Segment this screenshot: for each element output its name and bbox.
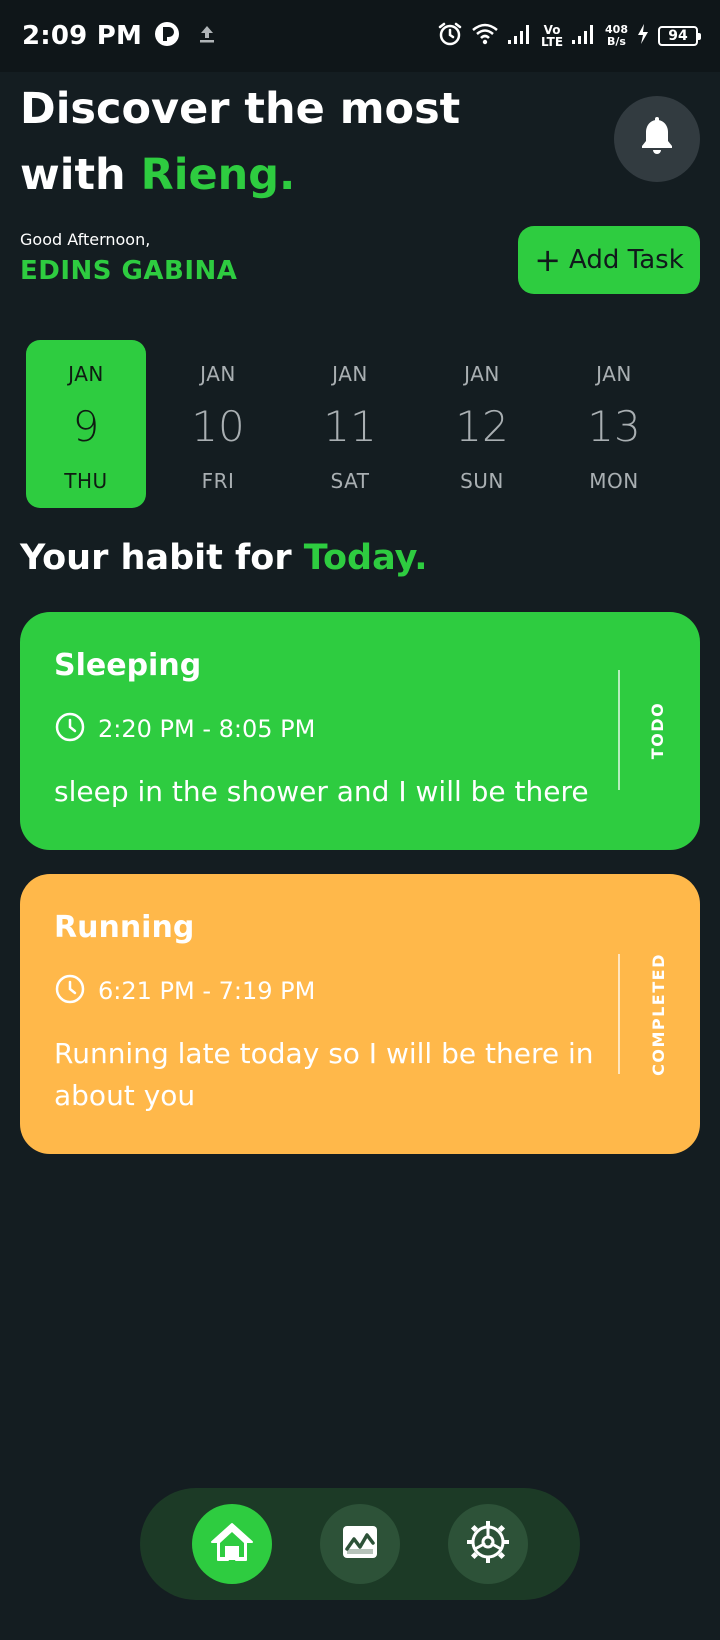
clock-icon (54, 973, 86, 1009)
headline-line-1: Discover the most (20, 84, 461, 134)
bell-icon (639, 117, 675, 161)
charging-icon (636, 23, 650, 49)
section-title: Your habit for Today. (20, 538, 428, 578)
signal-icon (507, 22, 533, 50)
date-item-11[interactable]: JAN 11 SAT (290, 340, 410, 508)
habit-status: COMPLETED (648, 952, 668, 1076)
date-item-13[interactable]: JAN 13 MON (554, 340, 674, 508)
app-screen: 2:09 PM Vo LTE 408 B/s 94 Discover the m… (0, 0, 720, 1640)
status-time: 2:09 PM (22, 21, 143, 51)
add-task-button[interactable]: + Add Task (518, 226, 700, 294)
add-task-label: Add Task (569, 245, 684, 275)
habit-time-row: 2:20 PM - 8:05 PM (54, 711, 666, 747)
status-right-icons: Vo LTE 408 B/s 94 (437, 21, 701, 51)
greeting-text: Good Afternoon, (20, 230, 151, 249)
nav-home-button[interactable] (192, 1504, 272, 1584)
habit-card-running[interactable]: Running 6:21 PM - 7:19 PM Running late t… (20, 874, 700, 1154)
app-notification-icon (154, 21, 180, 51)
card-divider (618, 954, 620, 1074)
bottom-navigation (140, 1488, 580, 1600)
plus-icon: + (534, 241, 562, 279)
date-selector: JAN 9 THU JAN 10 FRI JAN 11 SAT JAN 12 S… (26, 340, 696, 508)
wifi-icon (471, 22, 499, 50)
habit-time: 6:21 PM - 7:19 PM (98, 977, 316, 1005)
clock-icon (54, 711, 86, 747)
date-item-9[interactable]: JAN 9 THU (26, 340, 146, 508)
date-item-10[interactable]: JAN 10 FRI (158, 340, 278, 508)
habit-time: 2:20 PM - 8:05 PM (98, 715, 316, 743)
signal-icon-2 (571, 22, 597, 50)
alarm-icon (437, 21, 463, 51)
headline-line-2: with Rieng. (20, 150, 296, 200)
battery-indicator: 94 (658, 26, 701, 46)
habit-description: sleep in the shower and I will be there (54, 775, 589, 808)
date-item-12[interactable]: JAN 12 SUN (422, 340, 542, 508)
home-icon (208, 1520, 256, 1568)
volte-indicator: Vo LTE (540, 23, 564, 49)
habit-title: Sleeping (54, 648, 202, 683)
nav-settings-button[interactable] (448, 1504, 528, 1584)
headline: Discover the most with Rieng. (20, 76, 560, 208)
status-bar: 2:09 PM Vo LTE 408 B/s 94 (0, 0, 720, 72)
status-left-icons (154, 21, 218, 51)
upload-icon (196, 23, 218, 49)
user-name: EDINS GABINA (20, 256, 238, 286)
habit-title: Running (54, 910, 195, 945)
chart-icon (340, 1523, 380, 1565)
habit-description: Running late today so I will be there in… (54, 1037, 594, 1112)
net-speed: 408 B/s (605, 23, 628, 48)
habit-card-sleeping[interactable]: Sleeping 2:20 PM - 8:05 PM sleep in the … (20, 612, 700, 850)
settings-icon (465, 1519, 511, 1569)
habit-status: TODO (648, 701, 668, 759)
nav-stats-button[interactable] (320, 1504, 400, 1584)
notifications-button[interactable] (614, 96, 700, 182)
card-divider (618, 670, 620, 790)
habit-time-row: 6:21 PM - 7:19 PM (54, 973, 666, 1009)
brand-name: Rieng. (140, 150, 296, 200)
